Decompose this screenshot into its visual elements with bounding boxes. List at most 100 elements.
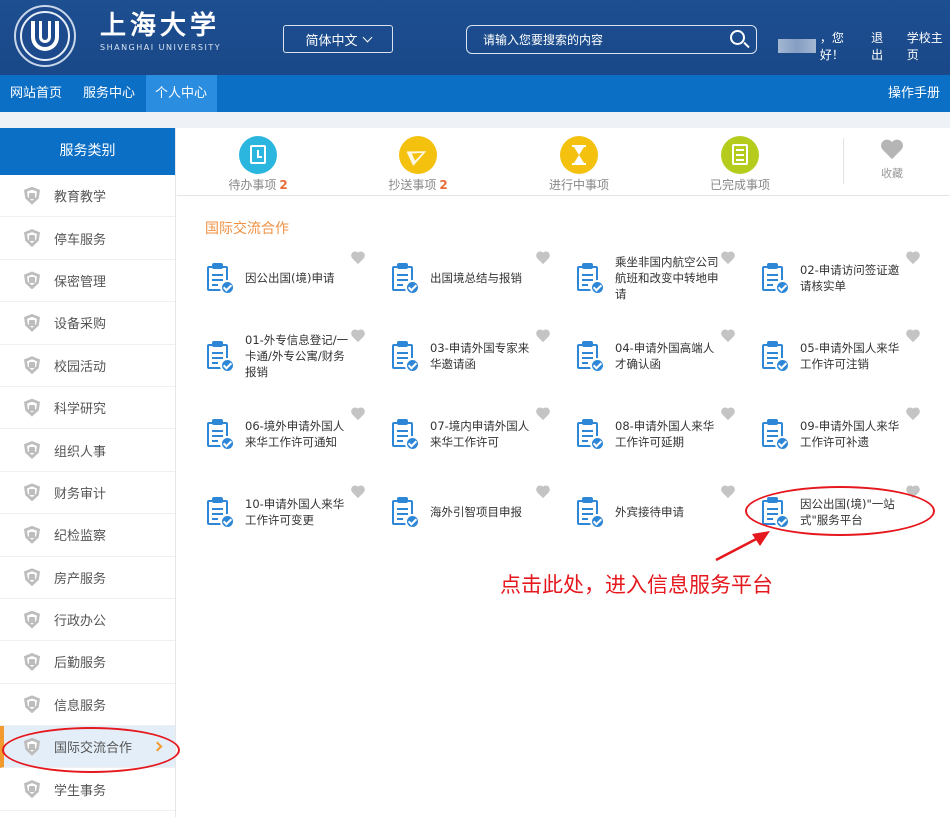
service-card-label: 02-申请访问签证邀请核实单 <box>800 263 900 293</box>
favorite-heart-icon[interactable] <box>720 252 736 266</box>
favorite-heart-icon[interactable] <box>905 252 921 266</box>
language-label: 简体中文 <box>305 33 358 49</box>
tab-count: 2 <box>279 178 288 192</box>
sidebar-item[interactable]: 房产服务 <box>0 557 175 599</box>
clipboard-check-icon <box>390 262 420 295</box>
service-card[interactable]: 08-申请外国人来华工作许可延期 <box>565 406 740 462</box>
clipboard-check-icon <box>760 340 790 373</box>
service-card[interactable]: 01-外专信息登记/一卡通/外专公寓/财务报销 <box>195 328 370 384</box>
sidebar-item[interactable]: 设备采购 <box>0 302 175 345</box>
tab-todo[interactable]: 待办事项 2 <box>198 136 318 193</box>
clipboard-check-icon <box>205 496 235 529</box>
shield-icon <box>24 568 40 587</box>
service-card-label: 因公出国(境)申请 <box>245 271 335 285</box>
service-card[interactable]: 海外引智项目申报 <box>380 484 555 540</box>
clipboard-check-icon <box>205 418 235 451</box>
logout-link[interactable]: 退出 <box>871 29 893 63</box>
annotation-text: 点击此处，进入信息服务平台 <box>500 573 773 597</box>
favorite-heart-icon[interactable] <box>535 486 551 500</box>
clock-calendar-icon <box>239 136 277 174</box>
tab-in-progress[interactable]: 进行中事项 <box>519 136 639 193</box>
shield-icon <box>24 695 40 714</box>
nav-item-home[interactable]: 网站首页 <box>0 75 72 112</box>
sidebar-item[interactable]: 保密管理 <box>0 260 175 303</box>
sidebar-item-label: 停车服务 <box>54 232 107 248</box>
highlight-ellipse-sidebar <box>2 727 180 773</box>
shield-icon <box>24 271 40 290</box>
favorite-heart-icon[interactable] <box>720 486 736 500</box>
service-card[interactable]: 03-申请外国专家来华邀请函 <box>380 328 555 384</box>
tab-cc[interactable]: 抄送事项 2 <box>358 136 478 193</box>
service-card-label: 04-申请外国高端人才确认函 <box>615 341 715 371</box>
paper-plane-icon <box>399 136 437 174</box>
favorite-heart-icon[interactable] <box>535 330 551 344</box>
shield-icon <box>24 780 40 799</box>
search-icon[interactable] <box>722 25 756 54</box>
sidebar-item[interactable]: 停车服务 <box>0 217 175 260</box>
service-card[interactable]: 出国境总结与报销 <box>380 250 555 306</box>
sidebar-item-label: 学生事务 <box>54 783 107 799</box>
service-card-label: 07-境内申请外国人来华工作许可 <box>430 419 530 449</box>
favorite-heart-icon[interactable] <box>905 408 921 422</box>
header-gap <box>0 112 950 128</box>
service-card[interactable]: 02-申请访问签证邀请核实单 <box>750 250 925 306</box>
shield-icon <box>24 356 40 375</box>
sidebar-item-label: 行政办公 <box>54 614 107 630</box>
clipboard-check-icon <box>760 262 790 295</box>
service-card[interactable]: 05-申请外国人来华工作许可注销 <box>750 328 925 384</box>
service-card[interactable]: 因公出国(境)申请 <box>195 250 370 306</box>
favorite-heart-icon[interactable] <box>720 330 736 344</box>
sidebar-item[interactable]: 行政办公 <box>0 599 175 642</box>
clipboard-check-icon <box>205 340 235 373</box>
clipboard-check-icon <box>390 340 420 373</box>
operation-manual-link[interactable]: 操作手册 <box>888 75 940 112</box>
clipboard-check-icon <box>205 262 235 295</box>
sidebar-item[interactable]: 科学研究 <box>0 387 175 430</box>
sidebar-item[interactable]: 信息服务 <box>0 684 175 727</box>
favorite-heart-icon[interactable] <box>350 252 366 266</box>
sidebar-item[interactable]: 教育教学 <box>0 175 175 218</box>
service-card[interactable]: 10-申请外国人来华工作许可变更 <box>195 484 370 540</box>
tab-completed[interactable]: 已完成事项 <box>680 136 800 193</box>
sidebar-item[interactable]: 后勤服务 <box>0 641 175 684</box>
favorite-heart-icon[interactable] <box>350 330 366 344</box>
logo-english-name: SHANGHAI UNIVERSITY <box>100 43 222 52</box>
favorite-heart-icon[interactable] <box>350 486 366 500</box>
service-card-label: 08-申请外国人来华工作许可延期 <box>615 419 715 449</box>
sidebar-item[interactable]: 纪检监察 <box>0 514 175 557</box>
sidebar-item[interactable]: 组织人事 <box>0 429 175 472</box>
nav-item-personal-center[interactable]: 个人中心 <box>146 75 217 112</box>
university-logo-text[interactable]: 上海大学 SHANGHAI UNIVERSITY <box>100 10 221 54</box>
service-card[interactable]: 乘坐非国内航空公司航班和改变中转地申请 <box>565 250 740 306</box>
school-home-link[interactable]: 学校主页 <box>907 29 950 63</box>
tab-count: 2 <box>439 178 448 192</box>
favorite-heart-icon[interactable] <box>535 408 551 422</box>
sidebar: 服务类别 教育教学 停车服务 保密管理 设备采购 校园活动 科学研究 组织人事 … <box>0 128 176 817</box>
favorite-heart-icon[interactable] <box>535 252 551 266</box>
sidebar-item[interactable]: 校园活动 <box>0 345 175 387</box>
tab-label: 待办事项 <box>228 178 277 192</box>
service-card[interactable]: 09-申请外国人来华工作许可补遗 <box>750 406 925 462</box>
logo-chinese-name: 上海大学 <box>100 11 221 41</box>
service-card-label: 09-申请外国人来华工作许可补遗 <box>800 419 900 449</box>
service-card[interactable]: 06-境外申请外国人来华工作许可通知 <box>195 406 370 462</box>
clipboard-check-icon <box>575 496 605 529</box>
university-seal-logo[interactable] <box>14 5 76 67</box>
sidebar-item[interactable]: 财务审计 <box>0 472 175 515</box>
favorite-heart-icon[interactable] <box>350 408 366 422</box>
tab-label: 已完成事项 <box>709 178 770 192</box>
nav-item-service-center[interactable]: 服务中心 <box>72 75 146 112</box>
section-title: 国际交流合作 <box>205 221 289 237</box>
sidebar-item[interactable]: 学生事务 <box>0 768 175 811</box>
shield-icon <box>24 229 40 248</box>
clipboard-check-icon <box>390 418 420 451</box>
shield-icon <box>24 610 40 629</box>
language-select[interactable]: 简体中文 <box>283 25 393 53</box>
service-card[interactable]: 07-境内申请外国人来华工作许可 <box>380 406 555 462</box>
service-card[interactable]: 04-申请外国高端人才确认函 <box>565 328 740 384</box>
favorites-tab[interactable]: 收藏 <box>867 140 917 181</box>
chevron-down-icon <box>362 32 372 42</box>
favorite-heart-icon[interactable] <box>720 408 736 422</box>
search-input[interactable] <box>467 32 722 47</box>
favorite-heart-icon[interactable] <box>905 330 921 344</box>
